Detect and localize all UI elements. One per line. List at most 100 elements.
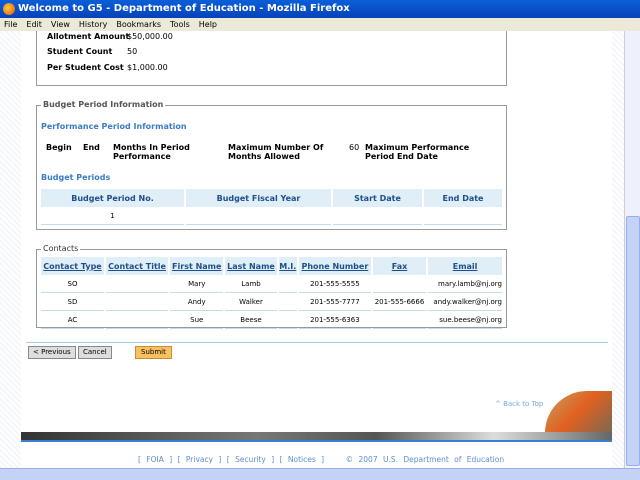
col-header-email[interactable]: Email [428, 257, 502, 275]
cell [372, 275, 427, 293]
notices-link[interactable]: Notices [288, 455, 316, 464]
sort-link[interactable]: Fax [392, 262, 408, 271]
col-header-first-name[interactable]: First Name [170, 257, 224, 275]
menu-tools[interactable]: Tools [170, 20, 190, 29]
cell: andy.walker@nj.org [428, 293, 502, 311]
col-header-mi[interactable]: M.I. [278, 257, 297, 275]
summary-value: $1,000.00 [127, 63, 168, 72]
menu-bar: File Edit View History Bookmarks Tools Help [0, 18, 640, 31]
firefox-icon [3, 3, 15, 15]
max-end-date-label: Maximum Performance Period End Date [365, 143, 470, 161]
summary-label: Per Student Cost [47, 63, 124, 72]
cell: Andy [170, 293, 224, 311]
cell: Walker [225, 293, 277, 311]
divider [26, 342, 608, 343]
begin-label: Begin [46, 143, 72, 152]
col-header-contact-title[interactable]: Contact Title [105, 257, 169, 275]
submit-button[interactable]: Submit [135, 346, 172, 359]
footer-banner [21, 432, 612, 440]
menu-edit[interactable]: Edit [26, 20, 42, 29]
table-row: AC Sue Beese 201-555-6363 sue.beese@nj.org [41, 311, 502, 329]
cell [105, 275, 169, 293]
cell [278, 293, 297, 311]
menu-bookmarks[interactable]: Bookmarks [116, 20, 161, 29]
menu-help[interactable]: Help [199, 20, 217, 29]
menu-view[interactable]: View [51, 20, 70, 29]
cell [186, 207, 331, 225]
page-viewport: Allotment Amount $50,000.00 Student Coun… [0, 31, 624, 468]
foia-link[interactable]: FOIA [146, 455, 164, 464]
cell: 201-555-6363 [298, 311, 371, 329]
section-legend: Contacts [41, 244, 81, 253]
section-legend: Budget Period Information [41, 100, 166, 109]
sort-link[interactable]: Last Name [227, 262, 275, 271]
cell: 201-555-6666 [372, 293, 427, 311]
months-label: Months In Period Performance [113, 143, 190, 161]
sort-link[interactable]: First Name [172, 262, 221, 271]
horizontal-scrollbar[interactable] [0, 468, 640, 480]
cell [105, 311, 169, 329]
col-header: Start Date [333, 189, 422, 207]
summary-box: Allotment Amount $50,000.00 Student Coun… [36, 31, 507, 86]
sort-link[interactable]: Email [453, 262, 478, 271]
cell: Sue [170, 311, 224, 329]
footer-line [21, 440, 612, 442]
cell [424, 207, 502, 225]
cancel-button[interactable]: Cancel [78, 346, 112, 359]
cell [278, 275, 297, 293]
cell: Beese [225, 311, 277, 329]
cell: AC [41, 311, 104, 329]
footer-links: [ FOIA ] [ Privacy ] [ Security ] [ Noti… [138, 455, 505, 464]
max-months-value: 60 [349, 143, 360, 152]
scrollbar-thumb[interactable] [626, 216, 640, 466]
cell [372, 311, 427, 329]
left-decoration [0, 31, 21, 468]
window-title: Welcome to G5 - Department of Education … [18, 3, 350, 14]
col-header-last-name[interactable]: Last Name [225, 257, 277, 275]
budget-periods-table: Budget Period No. Budget Fiscal Year Start… [39, 189, 504, 225]
table-row: SO Mary Lamb 201-555-5555 mary.lamb@nj.org [41, 275, 502, 293]
table-row: SD Andy Walker 201-555-7777 201-555-6666 andy… [41, 293, 502, 311]
cell: 1 [41, 207, 184, 225]
right-decoration [612, 31, 624, 468]
cell: Mary [170, 275, 224, 293]
cell: mary.lamb@nj.org [428, 275, 502, 293]
performance-period-title: Performance Period Information [41, 122, 187, 131]
cell [278, 311, 297, 329]
budget-periods-title: Budget Periods [41, 173, 111, 182]
cell: 201-555-5555 [298, 275, 371, 293]
window-titlebar: Welcome to G5 - Department of Education … [0, 0, 640, 18]
sort-link[interactable]: Contact Type [43, 262, 102, 271]
menu-history[interactable]: History [79, 20, 107, 29]
table-row: 1 [41, 207, 502, 225]
sort-link[interactable]: Contact Title [108, 262, 166, 271]
vertical-scrollbar[interactable] [624, 31, 640, 468]
budget-period-section: Budget Period Information Performance Pe… [36, 100, 507, 230]
copyright: © 2007 U.S. Department of Education [345, 455, 505, 464]
sort-link[interactable]: M.I. [279, 262, 296, 271]
col-header-fax[interactable]: Fax [372, 257, 427, 275]
back-to-top-link[interactable]: ^ Back to Top [495, 400, 543, 408]
end-label: End [83, 143, 100, 152]
security-link[interactable]: Security [235, 455, 266, 464]
cell [105, 293, 169, 311]
summary-label: Allotment Amount [47, 32, 130, 41]
summary-value: 50 [127, 47, 138, 56]
summary-value: $50,000.00 [127, 32, 173, 41]
col-header-contact-type[interactable]: Contact Type [41, 257, 104, 275]
privacy-link[interactable]: Privacy [186, 455, 213, 464]
cell: SD [41, 293, 104, 311]
cell [333, 207, 422, 225]
cell: SO [41, 275, 104, 293]
previous-button[interactable]: < Previous [28, 346, 76, 359]
cell: sue.beese@nj.org [428, 311, 502, 329]
col-header: Budget Period No. [41, 189, 184, 207]
summary-label: Student Count [47, 47, 113, 56]
col-header: Budget Fiscal Year [186, 189, 331, 207]
contacts-section: Contacts Contact Type Contact Title Firs… [36, 244, 507, 329]
max-months-label: Maximum Number Of Months Allowed [228, 143, 324, 161]
col-header-phone[interactable]: Phone Number [298, 257, 371, 275]
menu-file[interactable]: File [4, 20, 17, 29]
sort-link[interactable]: Phone Number [301, 262, 368, 271]
classroom-image [545, 391, 612, 433]
